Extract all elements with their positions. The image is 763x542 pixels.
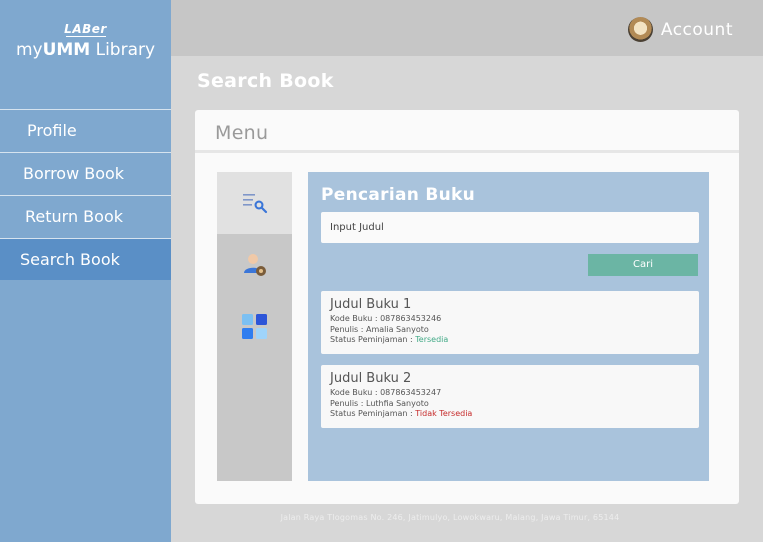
sidebar: LABer myUMM Library Profile Borrow Book … xyxy=(0,0,171,542)
search-button[interactable]: Cari xyxy=(588,254,698,276)
rail-item-apps[interactable] xyxy=(217,296,292,358)
book-code: Kode Buku : 087863453247 xyxy=(330,388,442,397)
sidebar-item-profile[interactable]: Profile xyxy=(0,109,171,152)
book-status-badge: Tersedia xyxy=(415,335,449,344)
brand-name: myUMM Library xyxy=(15,40,156,60)
menu-card: Menu Pencarian Buku Input Judul Cari Jud… xyxy=(195,110,739,504)
rail-item-user[interactable] xyxy=(217,234,292,296)
rail-item-search[interactable] xyxy=(217,172,292,234)
book-title: Judul Buku 2 xyxy=(330,371,412,386)
icon-rail xyxy=(217,172,292,481)
brand-logo[interactable]: LABer myUMM Library xyxy=(0,22,171,61)
book-title: Judul Buku 1 xyxy=(330,297,412,312)
book-status-badge: Tidak Tersedia xyxy=(415,409,473,418)
book-status-label: Status Peminjaman : xyxy=(330,335,416,344)
sidebar-item-borrow-book[interactable]: Borrow Book xyxy=(0,152,171,195)
footer-address: Jalan Raya Tlogomas No. 246, Jatimulyo, … xyxy=(280,513,620,522)
book-status-label: Status Peminjaman : xyxy=(330,409,416,418)
account-label: Account xyxy=(660,19,733,40)
book-result-card[interactable]: Judul Buku 1 Kode Buku : 087863453246 Pe… xyxy=(321,291,699,354)
top-bar: Account xyxy=(171,0,763,56)
brand-mark: LABer xyxy=(64,22,107,36)
book-result-card[interactable]: Judul Buku 2 Kode Buku : 087863453247 Pe… xyxy=(321,365,699,428)
search-panel: Pencarian Buku Cari Judul Buku 1 Kode Bu… xyxy=(308,172,709,481)
search-panel-title: Pencarian Buku xyxy=(321,185,476,205)
card-header: Menu xyxy=(195,110,739,153)
book-status-row: Status Peminjaman : Tersedia xyxy=(330,335,699,346)
grid-apps-icon xyxy=(241,314,267,339)
book-status-row: Status Peminjaman : Tidak Tersedia xyxy=(330,409,699,420)
page-title: Search Book xyxy=(197,70,334,92)
book-author: Penulis : Luthfia Sanyoto xyxy=(330,398,429,408)
sidebar-item-search-book[interactable]: Search Book xyxy=(0,238,171,280)
brand-mark-underline xyxy=(65,36,106,37)
sidebar-item-return-book[interactable]: Return Book xyxy=(0,195,171,238)
account-menu[interactable]: Account xyxy=(627,17,733,42)
book-code: Kode Buku : 087863453246 xyxy=(330,314,442,323)
book-author: Penulis : Amalia Sanyoto xyxy=(330,324,429,334)
sidebar-nav: Profile Borrow Book Return Book Search B… xyxy=(0,109,171,280)
search-input[interactable] xyxy=(321,212,699,243)
search-list-icon xyxy=(242,194,267,214)
user-settings-icon xyxy=(243,254,266,276)
avatar xyxy=(627,17,653,42)
